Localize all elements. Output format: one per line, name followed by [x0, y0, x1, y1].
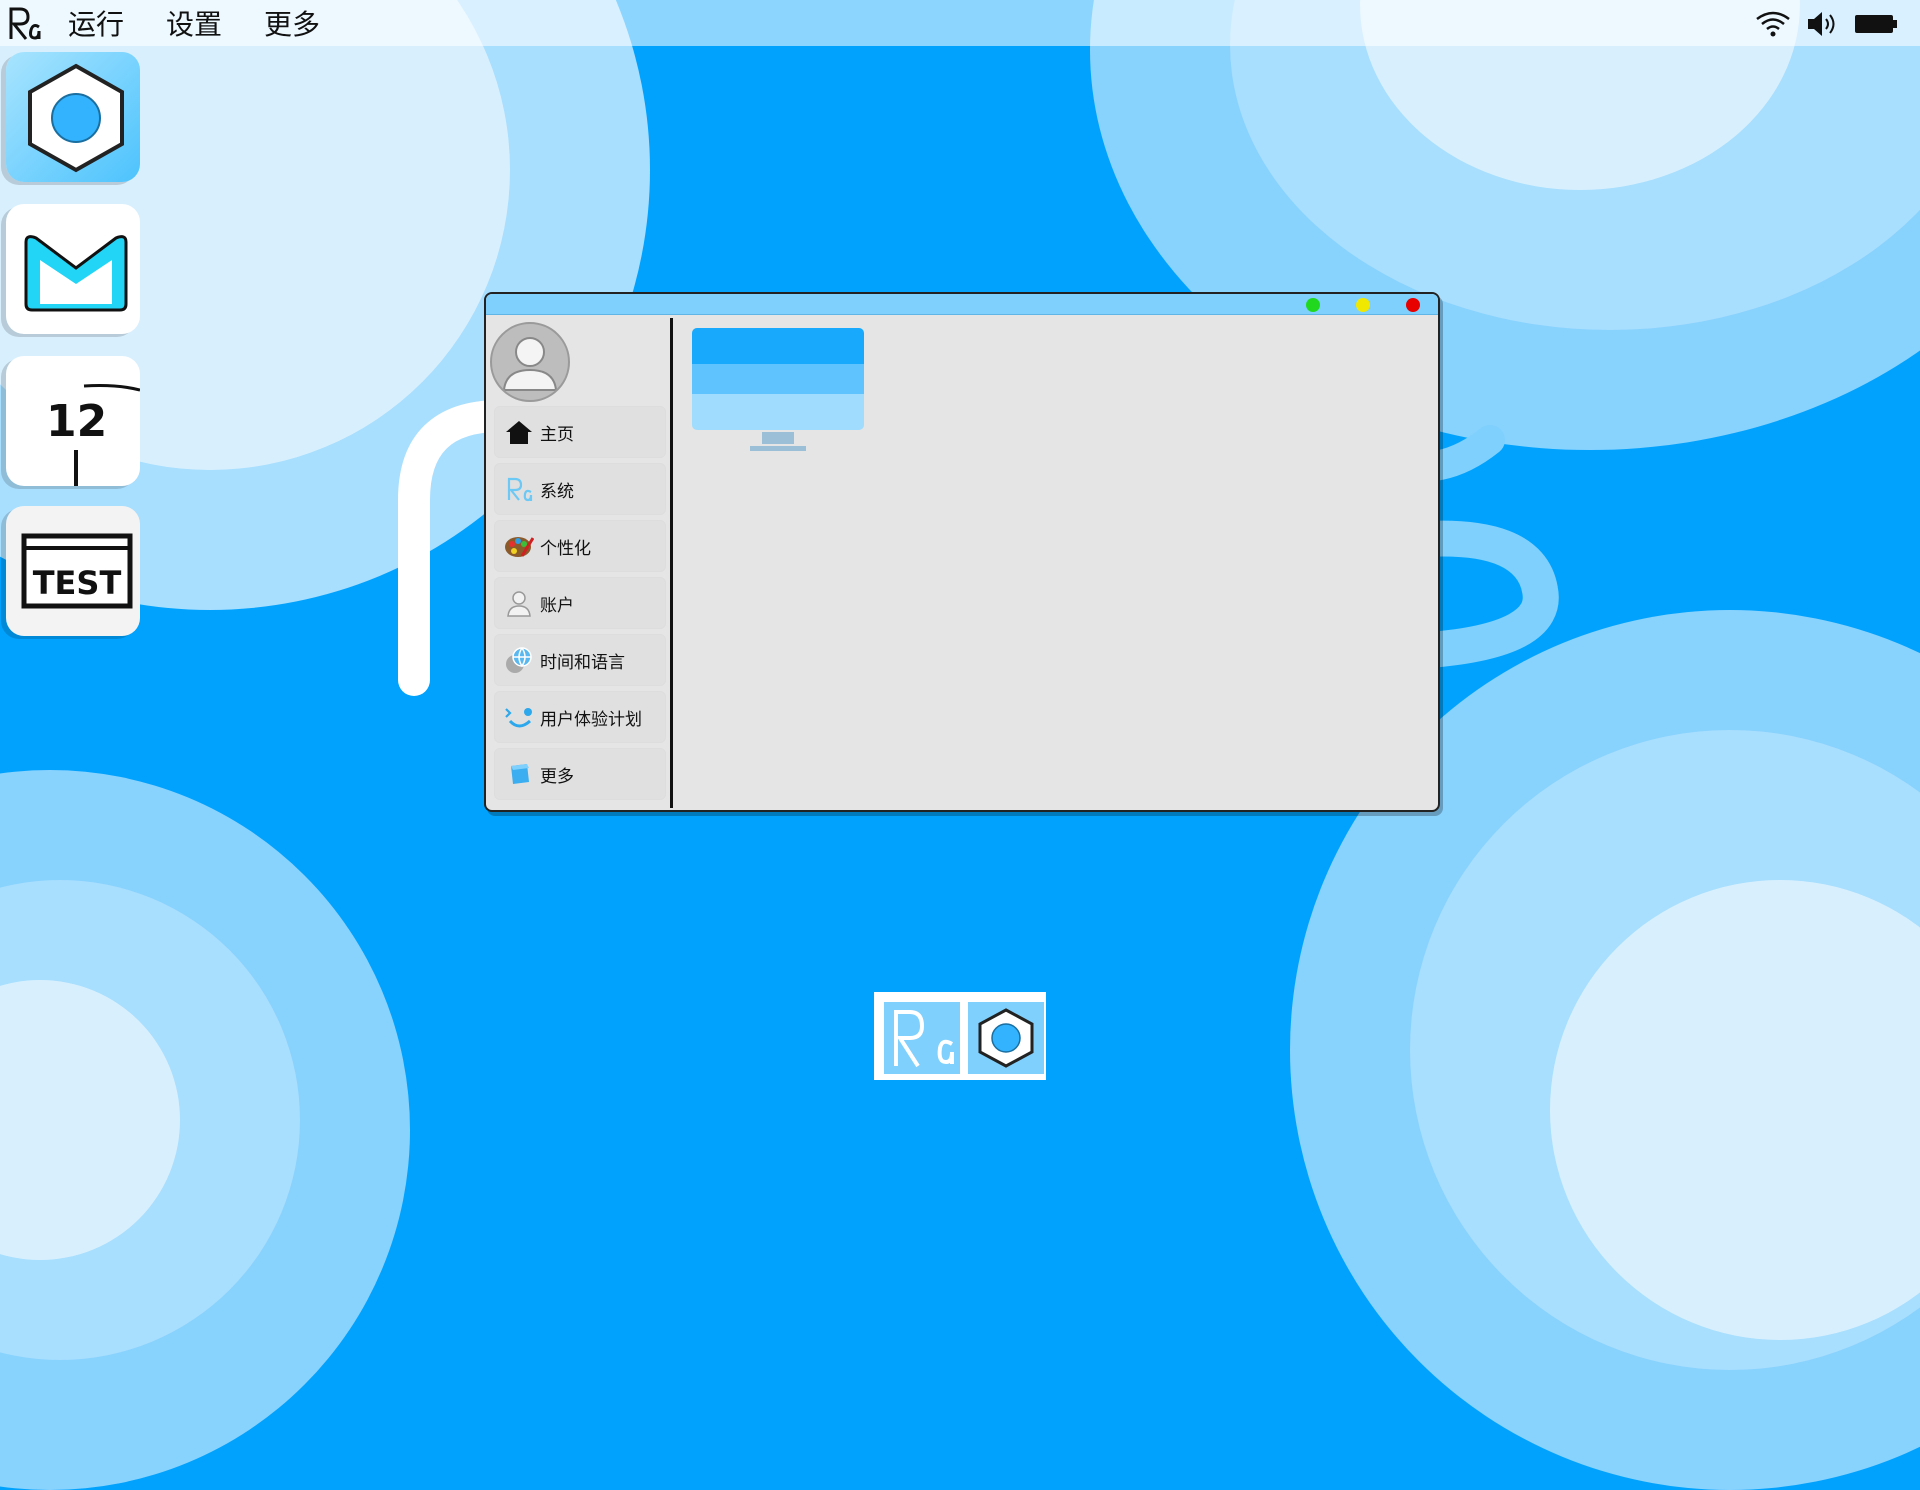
ra-logo-icon [894, 1010, 954, 1068]
home-icon [504, 417, 534, 447]
sidebar-item-label: 主页 [540, 424, 574, 445]
test-app-icon[interactable]: TEST [6, 506, 140, 636]
wifi-icon[interactable] [1754, 9, 1792, 39]
taskbar-hexagon-button[interactable] [966, 1000, 1046, 1076]
globe-clock-icon [504, 645, 534, 675]
sidebar-item-label: 系统 [540, 481, 574, 502]
sidebar-item-home[interactable]: 主页 [494, 406, 666, 458]
sidebar-item-label: 时间和语言 [540, 652, 625, 673]
window-close-button[interactable] [1406, 298, 1420, 312]
test-label: TEST [33, 564, 122, 602]
user-avatar-icon [502, 337, 558, 391]
hexagon-icon [28, 63, 124, 173]
clock-app-icon[interactable]: 12 [6, 356, 140, 486]
menu-run[interactable]: 运行 [68, 3, 124, 43]
display-preview[interactable] [690, 326, 866, 460]
clock-number: 12 [46, 396, 107, 447]
speaker-icon[interactable] [1806, 9, 1840, 39]
sidebar-item-label: 更多 [540, 766, 574, 787]
menu-more[interactable]: 更多 [264, 3, 320, 43]
settings-sidebar: 主页 系统 个性化 账户 时间和语言 用户体验计划 更多 [486, 314, 670, 810]
sidebar-item-user-experience[interactable]: 用户体验计划 [494, 691, 666, 743]
hexagon-icon [978, 1008, 1034, 1068]
test-icon: TEST [21, 533, 133, 609]
sidebar-divider [670, 318, 673, 808]
sidebar-item-time-language[interactable]: 时间和语言 [494, 634, 666, 686]
sidebar-item-personalization[interactable]: 个性化 [494, 520, 666, 572]
sidebar-item-label: 账户 [540, 595, 574, 616]
clock-icon: 12 [46, 384, 140, 486]
cube-icon [504, 759, 534, 789]
user-icon [504, 588, 534, 618]
menu-bar: 运行 设置 更多 [0, 0, 1920, 46]
window-minimize-button[interactable] [1356, 298, 1370, 312]
smile-icon [504, 702, 534, 732]
window-maximize-button[interactable] [1306, 298, 1320, 312]
battery-icon[interactable] [1854, 11, 1898, 37]
sidebar-item-label: 个性化 [540, 538, 591, 559]
taskbar-ra-logo-button[interactable] [882, 1000, 962, 1076]
ra-logo-icon [504, 474, 534, 504]
palette-icon [504, 531, 534, 561]
sidebar-item-system[interactable]: 系统 [494, 463, 666, 515]
taskbar [874, 992, 1046, 1080]
settings-window: 主页 系统 个性化 账户 时间和语言 用户体验计划 更多 [484, 292, 1440, 812]
monitor-icon [692, 328, 864, 451]
window-titlebar[interactable] [486, 294, 1438, 315]
hexagon-app-icon[interactable] [6, 52, 140, 182]
ra-logo-icon[interactable] [6, 3, 42, 43]
menu-settings[interactable]: 设置 [166, 3, 222, 43]
sidebar-item-label: 用户体验计划 [540, 709, 642, 730]
sidebar-item-more[interactable]: 更多 [494, 748, 666, 800]
mail-icon [24, 235, 128, 312]
avatar[interactable] [490, 322, 570, 402]
sidebar-item-account[interactable]: 账户 [494, 577, 666, 629]
mail-app-icon[interactable] [6, 204, 140, 334]
